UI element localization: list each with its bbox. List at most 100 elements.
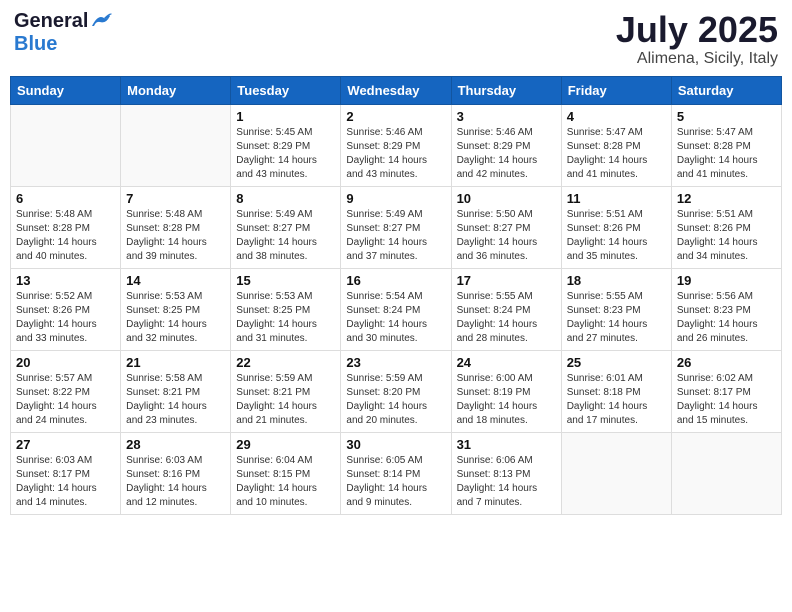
day-info: Sunrise: 6:00 AM Sunset: 8:19 PM Dayligh… <box>457 372 556 428</box>
location-subtitle: Alimena, Sicily, Italy <box>616 50 778 68</box>
column-header-friday: Friday <box>561 76 671 104</box>
calendar-cell: 11 Sunrise: 5:51 AM Sunset: 8:26 PM Dayli… <box>561 186 671 268</box>
calendar-cell: 23 Sunrise: 5:59 AM Sunset: 8:20 PM Dayli… <box>341 350 451 432</box>
day-number: 27 <box>16 437 115 452</box>
day-info: Sunrise: 6:06 AM Sunset: 8:13 PM Dayligh… <box>457 454 556 510</box>
logo-bird-icon <box>90 12 112 30</box>
calendar-cell: 4 Sunrise: 5:47 AM Sunset: 8:28 PM Daylig… <box>561 104 671 186</box>
day-info: Sunrise: 5:57 AM Sunset: 8:22 PM Dayligh… <box>16 372 115 428</box>
day-info: Sunrise: 5:52 AM Sunset: 8:26 PM Dayligh… <box>16 290 115 346</box>
day-number: 11 <box>567 191 666 206</box>
day-number: 22 <box>236 355 335 370</box>
day-info: Sunrise: 5:55 AM Sunset: 8:23 PM Dayligh… <box>567 290 666 346</box>
day-info: Sunrise: 5:48 AM Sunset: 8:28 PM Dayligh… <box>126 208 225 264</box>
day-number: 16 <box>346 273 445 288</box>
calendar-cell: 30 Sunrise: 6:05 AM Sunset: 8:14 PM Dayli… <box>341 432 451 514</box>
calendar-cell: 24Sunrise: 6:00 AM Sunset: 8:19 PM Dayli… <box>451 350 561 432</box>
day-number: 12 <box>677 191 776 206</box>
day-number: 4 <box>567 109 666 124</box>
calendar-cell: 17Sunrise: 5:55 AM Sunset: 8:24 PM Dayli… <box>451 268 561 350</box>
calendar-cell: 3Sunrise: 5:46 AM Sunset: 8:29 PM Daylig… <box>451 104 561 186</box>
day-info: Sunrise: 5:47 AM Sunset: 8:28 PM Dayligh… <box>567 126 666 182</box>
day-info: Sunrise: 5:55 AM Sunset: 8:24 PM Dayligh… <box>457 290 556 346</box>
calendar-cell: 28 Sunrise: 6:03 AM Sunset: 8:16 PM Dayli… <box>121 432 231 514</box>
week-row-1: 1 Sunrise: 5:45 AM Sunset: 8:29 PM Daylig… <box>11 104 782 186</box>
calendar-cell: 16 Sunrise: 5:54 AM Sunset: 8:24 PM Dayli… <box>341 268 451 350</box>
calendar-cell: 19 Sunrise: 5:56 AM Sunset: 8:23 PM Dayli… <box>671 268 781 350</box>
calendar-cell: 10 Sunrise: 5:50 AM Sunset: 8:27 PM Dayli… <box>451 186 561 268</box>
day-info: Sunrise: 6:01 AM Sunset: 8:18 PM Dayligh… <box>567 372 666 428</box>
day-number: 15 <box>236 273 335 288</box>
day-info: Sunrise: 5:59 AM Sunset: 8:21 PM Dayligh… <box>236 372 335 428</box>
week-row-4: 20 Sunrise: 5:57 AM Sunset: 8:22 PM Dayli… <box>11 350 782 432</box>
day-info: Sunrise: 5:51 AM Sunset: 8:26 PM Dayligh… <box>677 208 776 264</box>
calendar-cell <box>671 432 781 514</box>
day-info: Sunrise: 5:59 AM Sunset: 8:20 PM Dayligh… <box>346 372 445 428</box>
calendar-cell: 15Sunrise: 5:53 AM Sunset: 8:25 PM Dayli… <box>231 268 341 350</box>
day-number: 7 <box>126 191 225 206</box>
calendar-cell: 5Sunrise: 5:47 AM Sunset: 8:28 PM Daylig… <box>671 104 781 186</box>
title-block: July 2025 Alimena, Sicily, Italy <box>616 10 778 68</box>
day-info: Sunrise: 6:03 AM Sunset: 8:17 PM Dayligh… <box>16 454 115 510</box>
calendar-cell: 29Sunrise: 6:04 AM Sunset: 8:15 PM Dayli… <box>231 432 341 514</box>
calendar-cell <box>11 104 121 186</box>
day-info: Sunrise: 6:05 AM Sunset: 8:14 PM Dayligh… <box>346 454 445 510</box>
day-info: Sunrise: 5:46 AM Sunset: 8:29 PM Dayligh… <box>346 126 445 182</box>
day-number: 26 <box>677 355 776 370</box>
day-info: Sunrise: 6:03 AM Sunset: 8:16 PM Dayligh… <box>126 454 225 510</box>
day-number: 20 <box>16 355 115 370</box>
page-header: General Blue July 2025 Alimena, Sicily, … <box>10 10 782 68</box>
calendar-cell: 27 Sunrise: 6:03 AM Sunset: 8:17 PM Dayli… <box>11 432 121 514</box>
calendar-cell <box>561 432 671 514</box>
logo-blue: Blue <box>14 33 57 55</box>
day-number: 1 <box>236 109 335 124</box>
day-number: 30 <box>346 437 445 452</box>
column-header-sunday: Sunday <box>11 76 121 104</box>
calendar-cell: 8 Sunrise: 5:49 AM Sunset: 8:27 PM Daylig… <box>231 186 341 268</box>
column-header-saturday: Saturday <box>671 76 781 104</box>
day-info: Sunrise: 5:50 AM Sunset: 8:27 PM Dayligh… <box>457 208 556 264</box>
day-number: 2 <box>346 109 445 124</box>
day-info: Sunrise: 5:49 AM Sunset: 8:27 PM Dayligh… <box>236 208 335 264</box>
day-info: Sunrise: 5:53 AM Sunset: 8:25 PM Dayligh… <box>126 290 225 346</box>
day-info: Sunrise: 5:58 AM Sunset: 8:21 PM Dayligh… <box>126 372 225 428</box>
day-info: Sunrise: 5:45 AM Sunset: 8:29 PM Dayligh… <box>236 126 335 182</box>
calendar-cell: 31Sunrise: 6:06 AM Sunset: 8:13 PM Dayli… <box>451 432 561 514</box>
day-info: Sunrise: 5:51 AM Sunset: 8:26 PM Dayligh… <box>567 208 666 264</box>
day-number: 9 <box>346 191 445 206</box>
logo-general: General <box>14 10 88 33</box>
day-number: 13 <box>16 273 115 288</box>
day-info: Sunrise: 5:48 AM Sunset: 8:28 PM Dayligh… <box>16 208 115 264</box>
logo: General Blue <box>14 10 112 56</box>
calendar-cell <box>121 104 231 186</box>
calendar-cell: 26 Sunrise: 6:02 AM Sunset: 8:17 PM Dayli… <box>671 350 781 432</box>
week-row-2: 6Sunrise: 5:48 AM Sunset: 8:28 PM Daylig… <box>11 186 782 268</box>
calendar-cell: 2 Sunrise: 5:46 AM Sunset: 8:29 PM Daylig… <box>341 104 451 186</box>
day-number: 23 <box>346 355 445 370</box>
day-number: 10 <box>457 191 556 206</box>
day-number: 3 <box>457 109 556 124</box>
calendar-cell: 12 Sunrise: 5:51 AM Sunset: 8:26 PM Dayli… <box>671 186 781 268</box>
calendar-header-row: SundayMondayTuesdayWednesdayThursdayFrid… <box>11 76 782 104</box>
calendar-cell: 25Sunrise: 6:01 AM Sunset: 8:18 PM Dayli… <box>561 350 671 432</box>
calendar-cell: 14Sunrise: 5:53 AM Sunset: 8:25 PM Dayli… <box>121 268 231 350</box>
day-number: 28 <box>126 437 225 452</box>
day-number: 8 <box>236 191 335 206</box>
day-info: Sunrise: 6:02 AM Sunset: 8:17 PM Dayligh… <box>677 372 776 428</box>
day-info: Sunrise: 5:49 AM Sunset: 8:27 PM Dayligh… <box>346 208 445 264</box>
day-number: 5 <box>677 109 776 124</box>
calendar-cell: 22 Sunrise: 5:59 AM Sunset: 8:21 PM Dayli… <box>231 350 341 432</box>
day-info: Sunrise: 5:56 AM Sunset: 8:23 PM Dayligh… <box>677 290 776 346</box>
column-header-tuesday: Tuesday <box>231 76 341 104</box>
calendar-cell: 9 Sunrise: 5:49 AM Sunset: 8:27 PM Daylig… <box>341 186 451 268</box>
day-number: 19 <box>677 273 776 288</box>
calendar-cell: 20 Sunrise: 5:57 AM Sunset: 8:22 PM Dayli… <box>11 350 121 432</box>
week-row-5: 27 Sunrise: 6:03 AM Sunset: 8:17 PM Dayli… <box>11 432 782 514</box>
calendar-cell: 21 Sunrise: 5:58 AM Sunset: 8:21 PM Dayli… <box>121 350 231 432</box>
day-info: Sunrise: 6:04 AM Sunset: 8:15 PM Dayligh… <box>236 454 335 510</box>
day-info: Sunrise: 5:54 AM Sunset: 8:24 PM Dayligh… <box>346 290 445 346</box>
month-year-title: July 2025 <box>616 10 778 50</box>
week-row-3: 13 Sunrise: 5:52 AM Sunset: 8:26 PM Dayli… <box>11 268 782 350</box>
day-number: 21 <box>126 355 225 370</box>
calendar-cell: 13 Sunrise: 5:52 AM Sunset: 8:26 PM Dayli… <box>11 268 121 350</box>
